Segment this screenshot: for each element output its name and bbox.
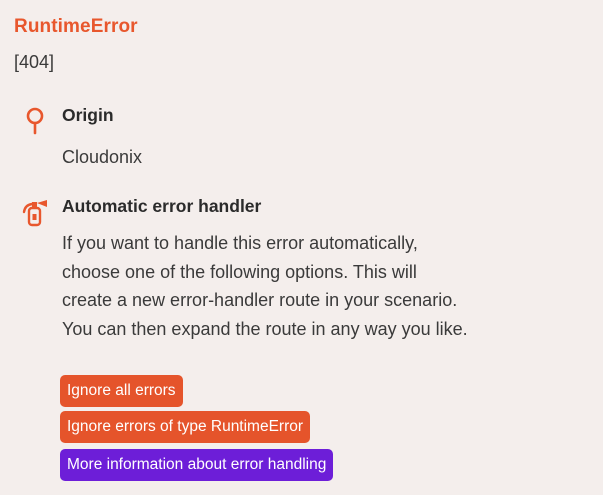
error-handling-info-link[interactable]: More information about error handling <box>60 449 334 481</box>
ignore-errors-of-type-button[interactable]: Ignore errors of type RuntimeError <box>60 411 311 443</box>
description-line: choose one of the following options. Thi… <box>62 261 417 282</box>
error-handler-description: If you want to handle this error automat… <box>62 229 468 343</box>
error-code: [404] <box>14 52 55 72</box>
description-line: If you want to handle this error automat… <box>62 233 418 253</box>
error-detail-panel: RuntimeError [404] Origin Cloudonix Auto… <box>0 0 603 495</box>
error-handler-section: Automatic error handler If you want to h… <box>20 196 583 366</box>
origin-section: Origin Cloudonix <box>20 105 583 175</box>
origin-value: Cloudonix <box>62 147 143 167</box>
map-pin-icon <box>20 105 52 137</box>
ignore-all-errors-button[interactable]: Ignore all errors <box>60 375 183 407</box>
description-line: You can then expand the route in any way… <box>62 318 468 339</box>
error-title: RuntimeError <box>14 16 138 37</box>
origin-heading: Origin <box>62 105 114 125</box>
description-line: create a new error-handler route in your… <box>62 290 458 310</box>
error-handler-heading: Automatic error handler <box>62 196 262 216</box>
fire-extinguisher-icon <box>20 196 52 228</box>
